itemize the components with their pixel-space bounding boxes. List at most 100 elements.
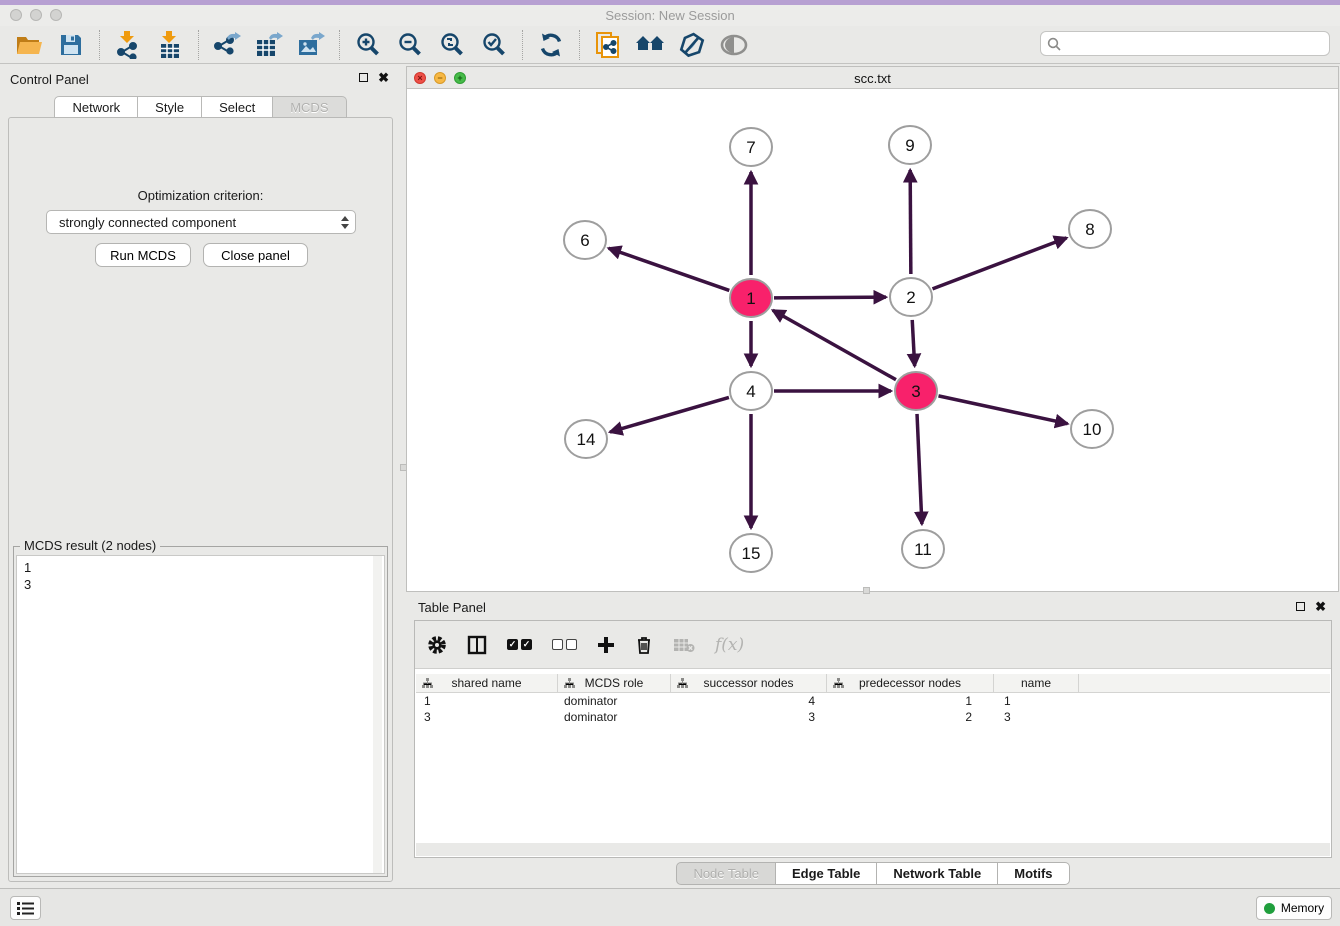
cell-mcds-role[interactable]: dominator [558, 710, 671, 724]
table-row[interactable]: 3 dominator 3 2 3 [416, 709, 1330, 725]
search-box [1040, 31, 1330, 56]
table-horizontal-scrollbar[interactable] [416, 843, 1330, 856]
graph-node-label: 14 [577, 430, 596, 449]
apply-layout-button[interactable] [535, 29, 567, 61]
import-table-icon [158, 31, 182, 59]
delete-table-icon [673, 637, 695, 653]
columns-icon [467, 635, 487, 655]
homes-icon [635, 33, 665, 57]
zoom-in-button[interactable] [352, 29, 384, 61]
tab-network-table[interactable]: Network Table [877, 862, 998, 885]
mcds-result-group: MCDS result (2 nodes) 1 3 [13, 546, 388, 877]
graph-edge-3-1[interactable] [773, 310, 896, 379]
mcds-result-list[interactable]: 1 3 [16, 555, 385, 874]
tag-slash-icon [679, 32, 705, 58]
column-hierarchy-icon [833, 678, 844, 689]
column-header-predecessor-nodes[interactable]: predecessor nodes [827, 674, 994, 692]
zoom-fit-icon [439, 32, 465, 58]
graph-node-label: 8 [1085, 220, 1094, 239]
cell-predecessor-nodes[interactable]: 2 [827, 710, 994, 724]
column-header-name[interactable]: name [994, 674, 1079, 692]
tab-node-table[interactable]: Node Table [676, 862, 776, 885]
zoom-out-button[interactable] [394, 29, 426, 61]
cell-shared-name[interactable]: 1 [416, 694, 558, 708]
graph-edge-2-3[interactable] [912, 320, 914, 366]
open-session-button[interactable] [13, 29, 45, 61]
show-columns-button[interactable] [467, 635, 487, 655]
network-graph[interactable]: 7968124314101511 [407, 89, 1338, 591]
tab-mcds[interactable]: MCDS [273, 96, 346, 118]
control-panel-tabs: Network Style Select MCDS [0, 96, 401, 118]
toolbar-separator [198, 30, 199, 60]
birds-eye-button[interactable] [718, 29, 750, 61]
graphics-details-button[interactable] [676, 29, 708, 61]
node-table-container: ✓✓ f(x) [414, 620, 1332, 858]
floppy-icon [59, 33, 83, 57]
float-panel-icon[interactable] [359, 73, 368, 82]
graph-edge-3-11[interactable] [917, 414, 922, 524]
close-panel-icon[interactable]: ✖ [378, 72, 389, 83]
node-table[interactable]: shared name MCDS role successor nodes pr… [416, 674, 1330, 842]
criterion-value: strongly connected component [59, 215, 341, 230]
tab-style[interactable]: Style [138, 96, 202, 118]
close-panel-icon[interactable]: ✖ [1315, 601, 1326, 612]
import-table-button[interactable] [154, 29, 186, 61]
tab-motifs[interactable]: Motifs [998, 862, 1069, 885]
duplicate-network-button[interactable] [592, 29, 624, 61]
export-image-icon [297, 32, 325, 58]
mcds-result-item[interactable]: 1 [24, 559, 384, 576]
tab-select[interactable]: Select [202, 96, 273, 118]
graph-edge-3-10[interactable] [938, 396, 1067, 424]
export-network-button[interactable] [211, 29, 243, 61]
tab-network[interactable]: Network [54, 96, 138, 118]
cell-name[interactable]: 1 [994, 694, 1079, 708]
graph-edge-1-6[interactable] [609, 248, 730, 290]
table-row[interactable]: 1 dominator 4 1 1 [416, 693, 1330, 709]
graph-edge-2-8[interactable] [933, 238, 1067, 289]
cell-shared-name[interactable]: 3 [416, 710, 558, 724]
close-panel-button[interactable]: Close panel [203, 243, 308, 267]
result-scrollbar[interactable] [373, 556, 382, 873]
add-column-button[interactable] [597, 636, 615, 654]
zoom-selected-button[interactable] [478, 29, 510, 61]
column-header-successor-nodes[interactable]: successor nodes [671, 674, 827, 692]
toolbar-separator [99, 30, 100, 60]
network-view-window: × − + scc.txt 7968124314101511 [406, 66, 1339, 592]
select-all-button[interactable]: ✓✓ [507, 639, 532, 650]
cell-successor-nodes[interactable]: 4 [671, 694, 827, 708]
network-canvas[interactable]: 7968124314101511 [407, 89, 1338, 591]
column-header-mcds-role[interactable]: MCDS role [558, 674, 671, 692]
cell-predecessor-nodes[interactable]: 1 [827, 694, 994, 708]
zoom-fit-button[interactable] [436, 29, 468, 61]
export-image-button[interactable] [295, 29, 327, 61]
memory-button[interactable]: Memory [1256, 896, 1332, 920]
table-toolbar: ✓✓ f(x) [415, 621, 1331, 669]
cell-successor-nodes[interactable]: 3 [671, 710, 827, 724]
cell-mcds-role[interactable]: dominator [558, 694, 671, 708]
import-network-button[interactable] [112, 29, 144, 61]
zoom-out-icon [397, 32, 423, 58]
graph-node-label: 10 [1083, 420, 1102, 439]
graph-edge-2-9[interactable] [910, 170, 911, 274]
status-bar: Memory [0, 888, 1340, 926]
deselect-all-button[interactable] [552, 639, 577, 650]
graph-edge-1-2[interactable] [774, 297, 886, 298]
home-button[interactable] [634, 29, 666, 61]
table-settings-button[interactable] [427, 635, 447, 655]
task-history-button[interactable] [10, 896, 41, 920]
plus-icon [597, 636, 615, 654]
unchecked-boxes-icon [552, 639, 577, 650]
float-panel-icon[interactable] [1296, 602, 1305, 611]
criterion-select[interactable]: strongly connected component [46, 210, 356, 234]
graph-edge-4-14[interactable] [610, 397, 729, 432]
export-table-button[interactable] [253, 29, 285, 61]
column-header-shared-name[interactable]: shared name [416, 674, 558, 692]
cell-name[interactable]: 3 [994, 710, 1079, 724]
run-mcds-button[interactable]: Run MCDS [95, 243, 191, 267]
save-session-button[interactable] [55, 29, 87, 61]
delete-column-button[interactable] [635, 635, 653, 655]
tab-edge-table[interactable]: Edge Table [776, 862, 877, 885]
mcds-result-item[interactable]: 3 [24, 576, 384, 593]
search-input[interactable] [1066, 37, 1323, 51]
graph-node-label: 4 [746, 382, 755, 401]
